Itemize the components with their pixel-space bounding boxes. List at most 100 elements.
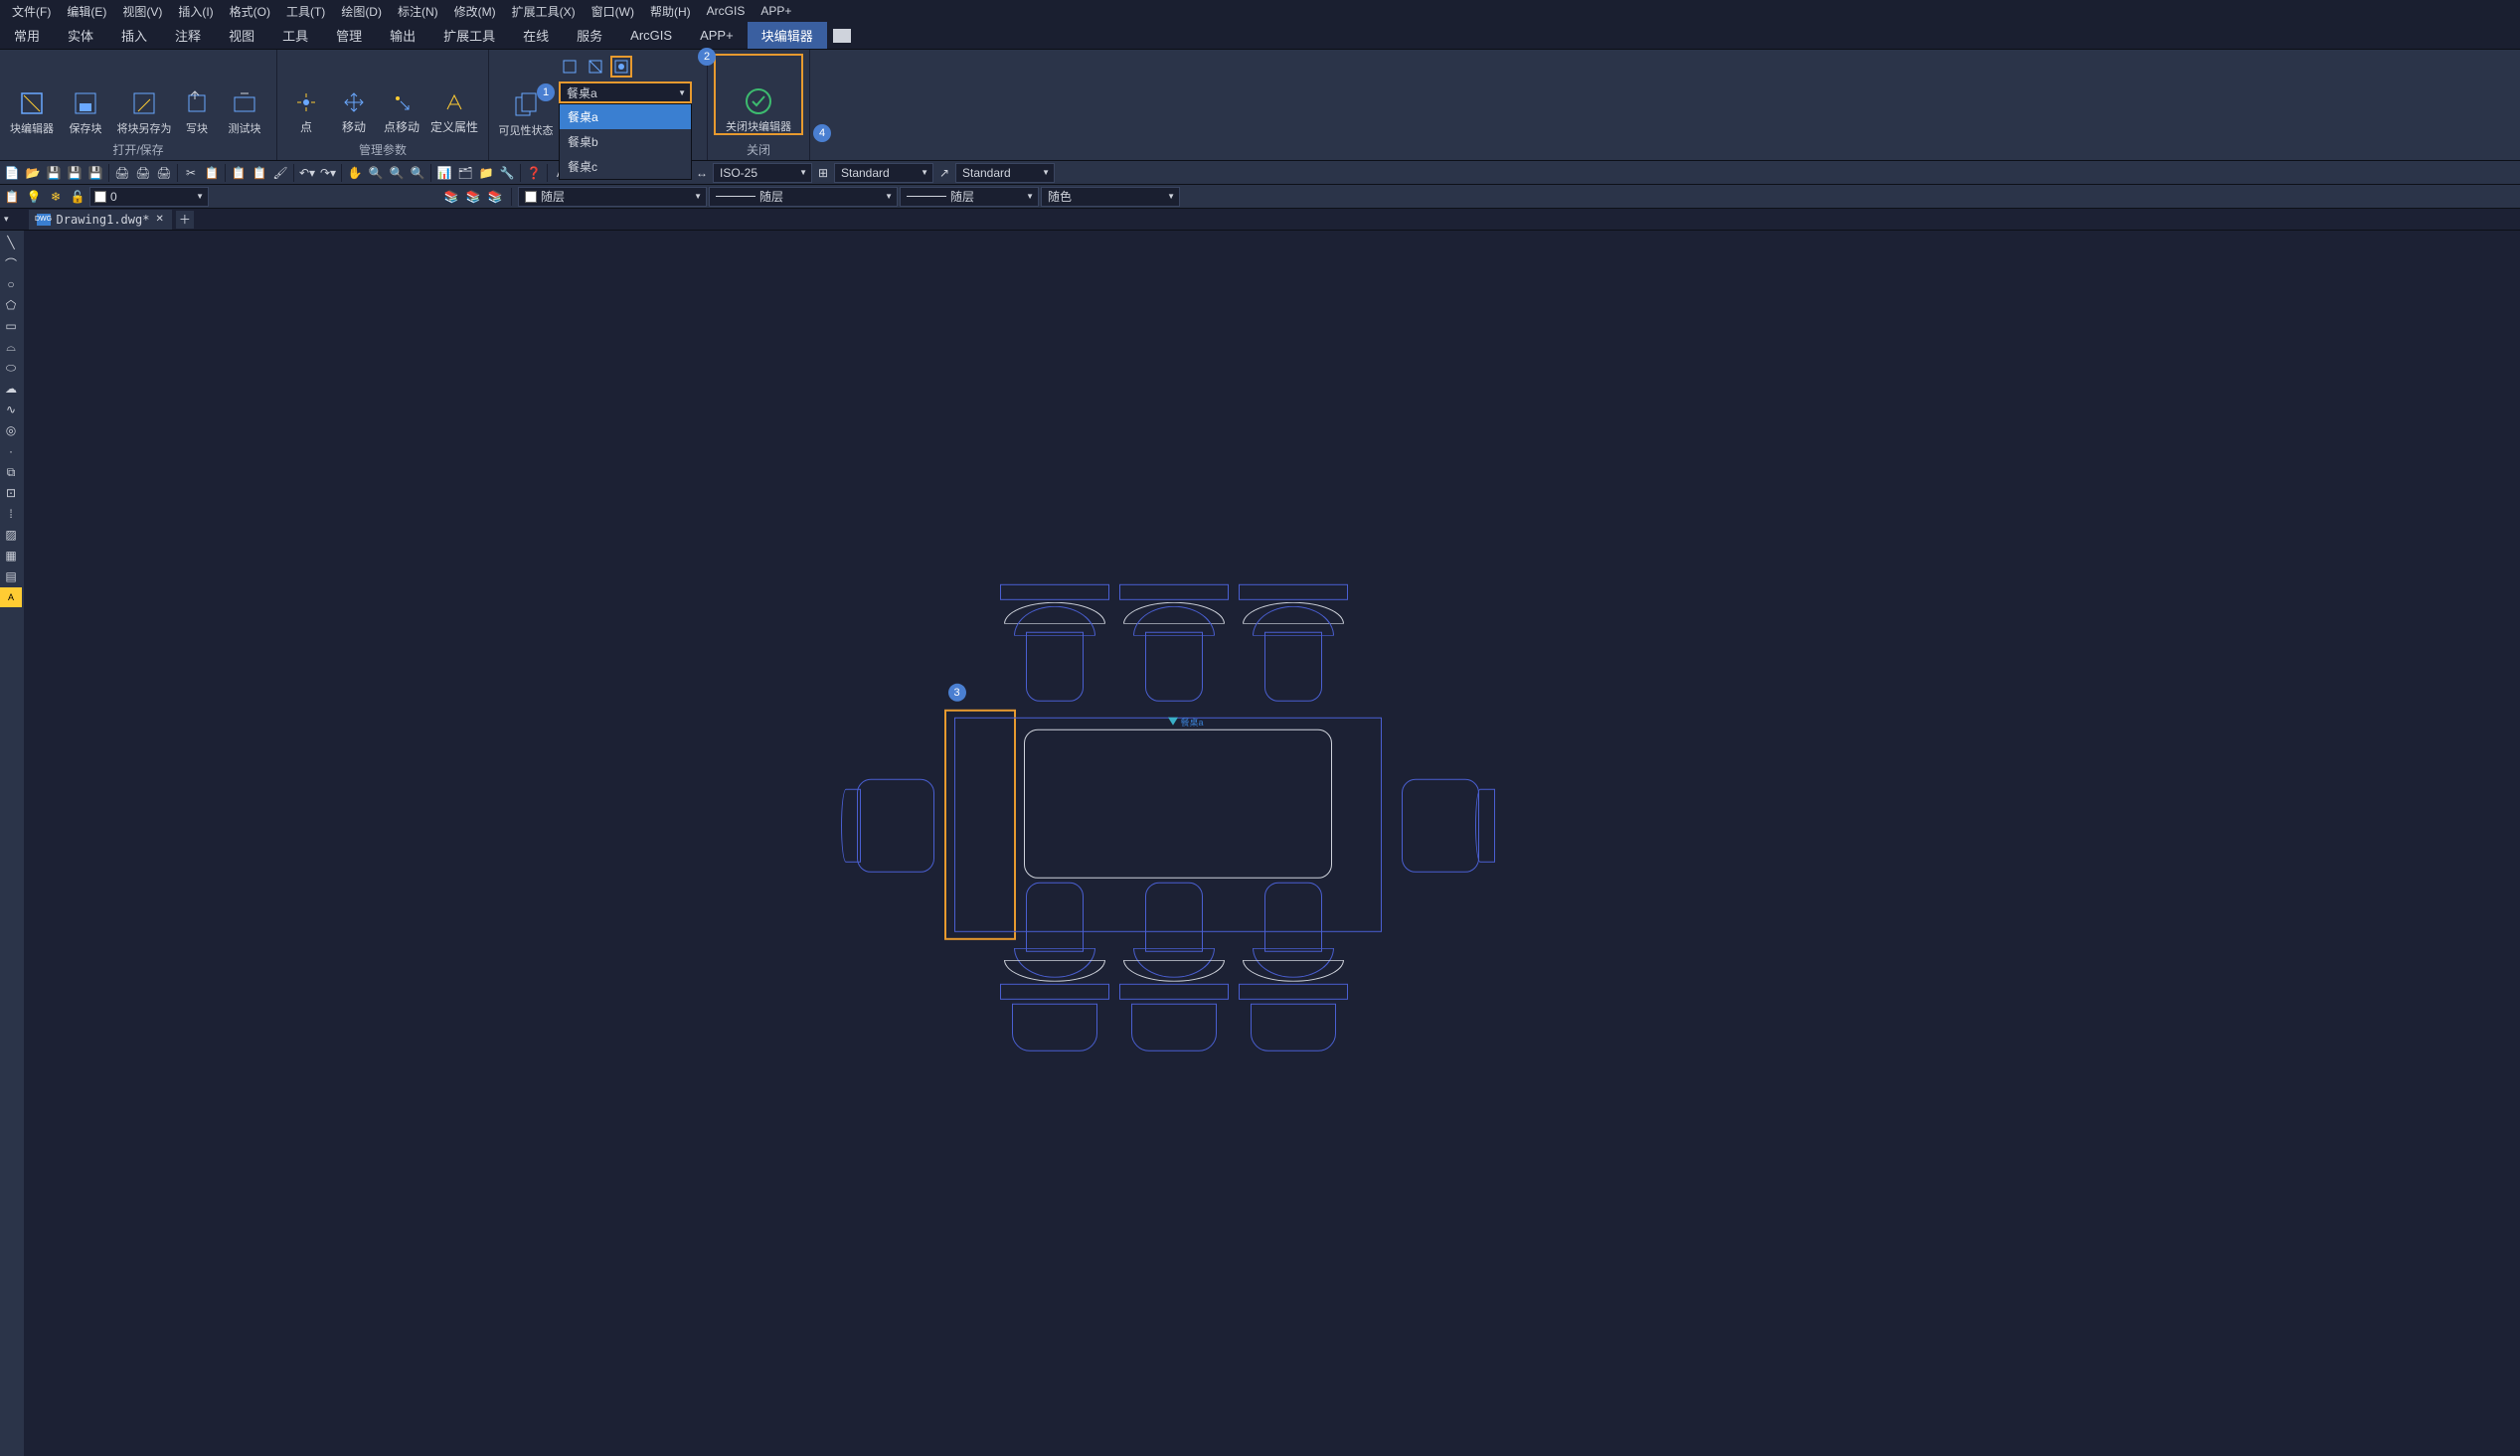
linetype-combo[interactable]: 随层 [709, 187, 898, 207]
vis-mode-1-button[interactable] [559, 56, 581, 78]
match-prop-icon[interactable]: 🖌 [270, 163, 290, 183]
circle-tool-icon[interactable]: ○ [0, 274, 22, 294]
menu-tools[interactable]: 工具(T) [278, 1, 333, 22]
tab-block-editor[interactable]: 块编辑器 [748, 22, 827, 49]
donut-tool-icon[interactable]: ◎ [0, 420, 22, 440]
polygon-tool-icon[interactable]: ⬠ [0, 295, 22, 315]
table-tool-icon[interactable]: ▤ [0, 566, 22, 586]
layer-combo[interactable]: 0 [89, 187, 209, 207]
copy-icon[interactable]: 📋 [202, 163, 222, 183]
layer-prev-icon[interactable]: 📚 [485, 187, 505, 207]
layer-lock-icon[interactable]: 🔓 [68, 187, 87, 207]
tab-insert[interactable]: 插入 [107, 22, 161, 49]
mleader-style-icon[interactable]: ↗ [934, 163, 954, 183]
menu-draw[interactable]: 绘图(D) [333, 1, 390, 22]
layer-state-icon[interactable]: 📚 [441, 187, 461, 207]
layer-on-icon[interactable]: 💡 [24, 187, 44, 207]
menu-help[interactable]: 帮助(H) [642, 1, 699, 22]
vis-option-a[interactable]: 餐桌a [560, 104, 691, 129]
zoom-ext-icon[interactable]: 🔍 [408, 163, 427, 183]
tab-tools[interactable]: 工具 [268, 22, 322, 49]
pan-icon[interactable]: ✋ [345, 163, 365, 183]
save-icon[interactable]: 💾 [44, 163, 64, 183]
spline-tool-icon[interactable]: ∿ [0, 400, 22, 419]
menu-format[interactable]: 格式(O) [222, 1, 278, 22]
new-tab-button[interactable]: ＋ [176, 211, 194, 229]
menu-ext[interactable]: 扩展工具(X) [504, 1, 584, 22]
print-icon[interactable]: 🖨 [112, 163, 132, 183]
help-icon[interactable]: ❓ [524, 163, 544, 183]
layer-freeze-icon[interactable]: ❄ [46, 187, 66, 207]
ribbon-minimize-icon[interactable] [833, 29, 851, 43]
undo-icon[interactable]: ↶▾ [297, 163, 317, 183]
document-tab[interactable]: DWG Drawing1.dwg* ✕ [29, 210, 172, 230]
tab-online[interactable]: 在线 [509, 22, 563, 49]
menu-modify[interactable]: 修改(M) [446, 1, 504, 22]
menu-dim[interactable]: 标注(N) [390, 1, 446, 22]
tab-entity[interactable]: 实体 [54, 22, 107, 49]
menu-window[interactable]: 窗口(W) [584, 1, 642, 22]
rectangle-tool-icon[interactable]: ▭ [0, 316, 22, 336]
layer-mgr-icon[interactable]: 📊 [434, 163, 454, 183]
menu-file[interactable]: 文件(F) [4, 1, 59, 22]
test-block-button[interactable]: 测试块 [219, 54, 270, 135]
point-move-button[interactable]: 点移动 [379, 54, 424, 135]
revcloud-tool-icon[interactable]: ☁ [0, 379, 22, 399]
doctab-scroll-icon[interactable]: ▾ [4, 214, 9, 225]
plotstyle-combo[interactable]: 随色 [1041, 187, 1180, 207]
gradient-tool-icon[interactable]: ▦ [0, 546, 22, 566]
tab-output[interactable]: 输出 [376, 22, 429, 49]
vis-mode-3-button[interactable] [610, 56, 632, 78]
saveall-icon[interactable]: 💾 [65, 163, 84, 183]
menu-arcgis[interactable]: ArcGIS [699, 2, 754, 20]
close-tab-icon[interactable]: ✕ [155, 214, 163, 225]
block-tool-icon[interactable]: ⧉ [0, 462, 22, 482]
arc-tool-icon[interactable]: ⌒ [0, 253, 22, 273]
new-icon[interactable]: 📄 [2, 163, 22, 183]
point-param-button[interactable]: 点 [283, 54, 329, 135]
visibility-dropdown[interactable]: 1 餐桌a 餐桌a 餐桌b 餐桌c [559, 81, 692, 103]
close-block-editor-button[interactable]: 关闭块编辑器 [714, 54, 803, 135]
save-block-button[interactable]: 保存块 [60, 54, 111, 135]
print-preview-icon[interactable]: 🖨 [133, 163, 153, 183]
plot-icon[interactable]: 🖨 [154, 163, 174, 183]
tab-app[interactable]: APP+ [686, 24, 748, 47]
mleaderstyle-combo[interactable]: Standard [955, 163, 1055, 183]
tab-view[interactable]: 视图 [215, 22, 268, 49]
line-tool-icon[interactable]: ╲ [0, 233, 22, 252]
tab-service[interactable]: 服务 [563, 22, 616, 49]
define-attr-button[interactable]: 定义属性 [426, 54, 482, 135]
tab-common[interactable]: 常用 [0, 22, 54, 49]
divide-tool-icon[interactable]: ⁞ [0, 504, 22, 524]
tab-ext[interactable]: 扩展工具 [429, 22, 509, 49]
paste-special-icon[interactable]: 📋 [250, 163, 269, 183]
dimstyle-combo[interactable]: ISO-25 [713, 163, 812, 183]
visibility-selected[interactable]: 餐桌a [559, 81, 692, 103]
vis-option-c[interactable]: 餐桌c [560, 154, 691, 179]
vis-option-b[interactable]: 餐桌b [560, 129, 691, 154]
point-tool-icon[interactable]: · [0, 441, 22, 461]
redo-icon[interactable]: ↷▾ [318, 163, 338, 183]
visibility-grip-icon[interactable] [1168, 717, 1178, 725]
block-editor-button[interactable]: 块编辑器 [6, 54, 58, 135]
mtext-tool-icon[interactable]: A [0, 587, 22, 607]
move-param-button[interactable]: 移动 [331, 54, 377, 135]
tab-arcgis[interactable]: ArcGIS [616, 24, 686, 47]
save-block-as-button[interactable]: 将块另存为 [113, 54, 175, 135]
ellipse-arc-tool-icon[interactable]: ⌓ [0, 337, 22, 357]
cut-icon[interactable]: ✂ [181, 163, 201, 183]
wblock-button[interactable]: 写块 [177, 54, 217, 135]
ellipse-tool-icon[interactable]: ⬭ [0, 358, 22, 378]
properties-icon[interactable]: 🗂 [455, 163, 475, 183]
drawing-canvas[interactable]: 3 餐桌a [24, 231, 2520, 1456]
tab-annotate[interactable]: 注释 [161, 22, 215, 49]
design-center-icon[interactable]: 📁 [476, 163, 496, 183]
menu-edit[interactable]: 编辑(E) [59, 1, 114, 22]
zoom-out-icon[interactable]: 🔍 [387, 163, 407, 183]
zoom-in-icon[interactable]: 🔍 [366, 163, 386, 183]
tool-palette-icon[interactable]: 🔧 [497, 163, 517, 183]
hatch-tool-icon[interactable]: ▨ [0, 525, 22, 545]
vis-mode-2-button[interactable] [585, 56, 606, 78]
table-style-icon[interactable]: ⊞ [813, 163, 833, 183]
tablestyle-combo[interactable]: Standard [834, 163, 933, 183]
